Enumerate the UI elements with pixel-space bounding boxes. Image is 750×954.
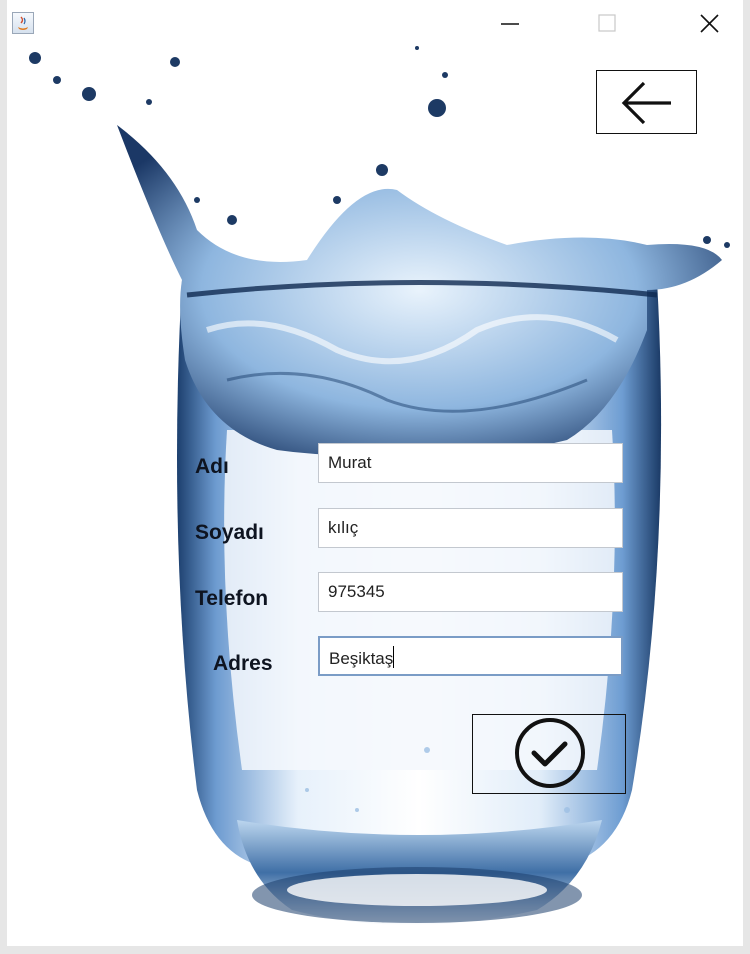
check-circle-icon [515,718,585,788]
text-caret [393,646,395,668]
address-input[interactable]: Beşiktaş [318,636,623,676]
confirm-button[interactable] [472,714,626,794]
first-name-input[interactable]: Murat [318,443,623,483]
arrow-left-icon [621,81,671,125]
last-name-input[interactable]: kılıç [318,508,623,548]
address-label: Adres [213,652,273,675]
last-name-label: Soyadı [195,521,264,544]
phone-label: Telefon [195,587,269,610]
address-value: Beşiktaş [329,649,394,668]
water-glass-background [29,46,730,925]
first-name-label: Adı [195,455,229,478]
back-button[interactable] [596,70,697,134]
phone-input[interactable]: 975345 [318,572,623,612]
